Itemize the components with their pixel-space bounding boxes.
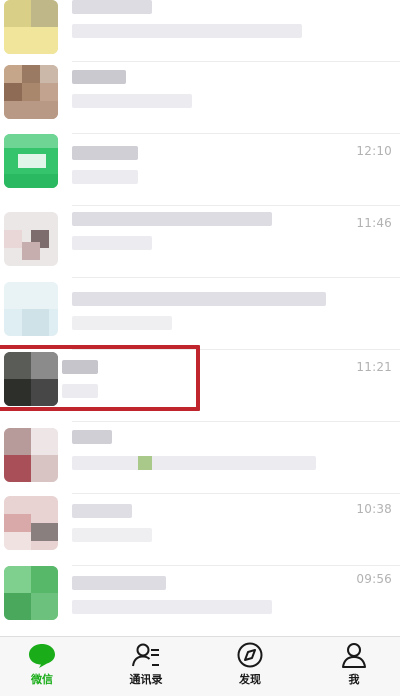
message-preview-blurred (72, 24, 302, 38)
tab-label: 我 (348, 673, 360, 686)
message-preview-blurred (72, 94, 192, 108)
tab-contacts[interactable]: 通讯录 (106, 641, 186, 695)
tab-chats[interactable]: 微信 (2, 641, 82, 695)
contact-name-blurred (72, 292, 326, 306)
emoji-blurred (138, 456, 152, 470)
chat-row[interactable]: 09:56 (0, 566, 400, 636)
timestamp: 11:46 (356, 216, 392, 230)
timestamp: 12:10 (356, 144, 392, 158)
tab-label: 微信 (31, 673, 53, 686)
contact-name-blurred (72, 146, 138, 160)
compass-icon (237, 642, 263, 668)
message-preview-blurred (72, 456, 316, 470)
avatar (4, 496, 58, 550)
contact-name-blurred (72, 430, 112, 444)
contact-name-blurred (72, 576, 166, 590)
chat-row[interactable]: 10:38 (0, 494, 400, 566)
tab-label: 发现 (239, 673, 261, 686)
tab-bar: 微信 通讯录 发现 我 (0, 636, 400, 696)
avatar (4, 282, 58, 336)
chat-row[interactable] (0, 62, 400, 134)
message-preview-blurred (72, 528, 152, 542)
chat-list: 12:10 11:46 11:21 10:38 09:56 (0, 0, 400, 636)
contact-name-blurred (72, 504, 132, 518)
chat-bubble-icon (29, 644, 55, 668)
chat-row[interactable]: 12:10 (0, 134, 400, 206)
person-icon (342, 643, 366, 668)
avatar (4, 566, 58, 620)
chat-row[interactable]: 11:46 (0, 206, 400, 278)
contact-name-blurred (72, 70, 126, 84)
message-preview-blurred (72, 170, 138, 184)
avatar (4, 428, 58, 482)
tab-discover[interactable]: 发现 (210, 641, 290, 695)
chat-row[interactable] (0, 0, 400, 62)
timestamp: 10:38 (356, 502, 392, 516)
contact-name-blurred (72, 0, 152, 14)
contact-name-blurred (72, 212, 272, 226)
avatar (4, 212, 58, 266)
message-preview-blurred (72, 316, 172, 330)
chat-row[interactable] (0, 422, 400, 494)
chat-row[interactable] (0, 278, 400, 350)
tab-label: 通讯录 (129, 673, 163, 686)
avatar (4, 0, 58, 54)
avatar (4, 65, 58, 119)
highlight-box (0, 345, 200, 411)
tab-me[interactable]: 我 (314, 641, 394, 695)
avatar (4, 134, 58, 188)
timestamp: 11:21 (356, 360, 392, 374)
contacts-icon (132, 643, 159, 667)
message-preview-blurred (72, 236, 152, 250)
timestamp: 09:56 (356, 572, 392, 586)
message-preview-blurred (72, 600, 272, 614)
